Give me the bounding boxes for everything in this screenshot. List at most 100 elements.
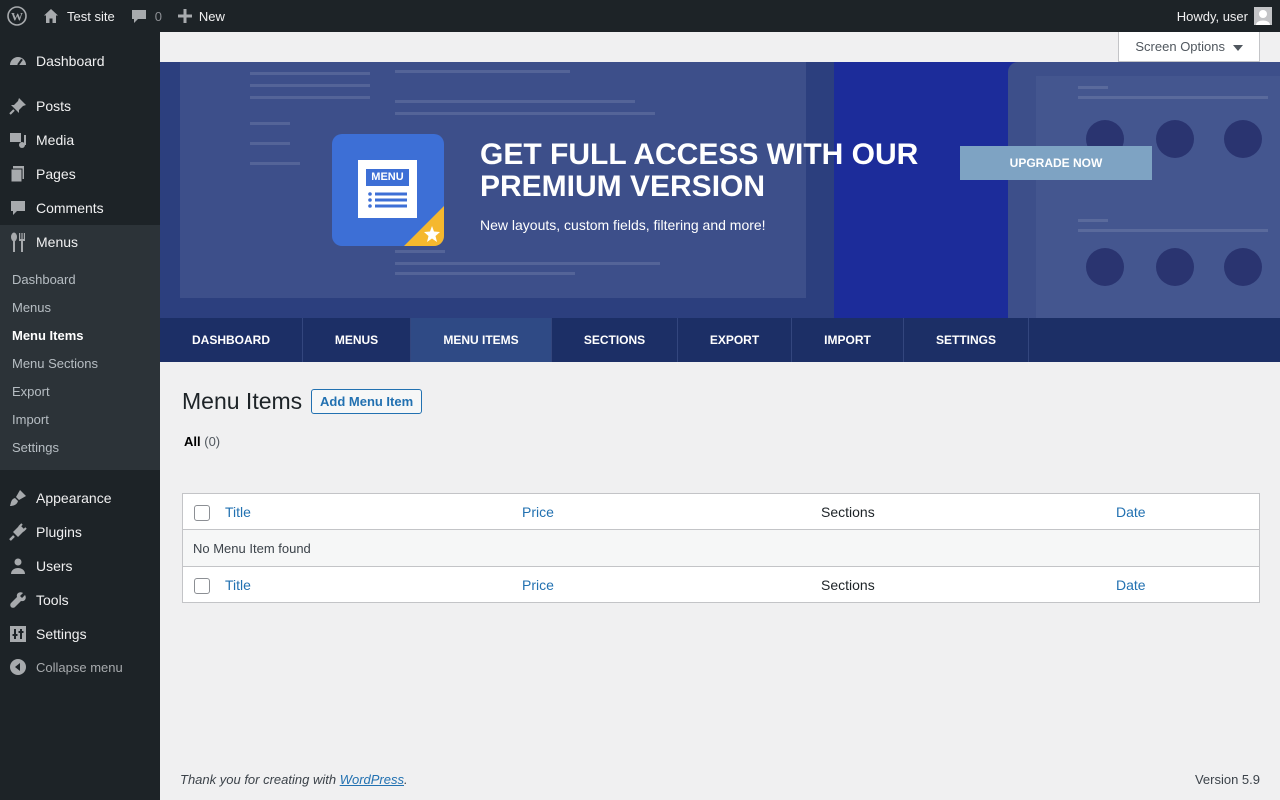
main-content: Screen Options MENU GET FULL ACCESS WITH… <box>160 32 1280 800</box>
footer-thanks-suffix: . <box>404 772 408 787</box>
tab-dashboard[interactable]: DASHBOARD <box>160 318 303 362</box>
select-all-checkbox[interactable] <box>194 505 210 521</box>
banner-title: GET FULL ACCESS WITH OUR PREMIUM VERSION <box>480 138 919 203</box>
empty-message: No Menu Item found <box>193 540 311 556</box>
footer-thanks-prefix: Thank you for creating with <box>180 772 340 787</box>
user-icon <box>0 557 36 575</box>
svg-text:W: W <box>11 10 23 24</box>
submenu-item-export[interactable]: Export <box>12 384 50 399</box>
collapse-menu-button[interactable]: Collapse menu <box>0 650 160 684</box>
banner-subtitle: New layouts, custom fields, filtering an… <box>480 217 766 233</box>
brush-icon <box>0 489 36 507</box>
select-all-checkbox-footer[interactable] <box>194 578 210 594</box>
sidebar-item-label: Comments <box>36 200 104 216</box>
column-title-footer[interactable]: Title <box>225 567 251 603</box>
sidebar-item-tools[interactable]: Tools <box>0 583 160 617</box>
footer-version: Version 5.9 <box>1194 772 1260 787</box>
new-content-link[interactable]: New <box>170 0 233 32</box>
tab-export[interactable]: EXPORT <box>678 318 792 362</box>
my-account-link[interactable]: Howdy, user <box>1177 0 1272 32</box>
caret-down-icon <box>1233 39 1243 54</box>
tab-sections[interactable]: SECTIONS <box>552 318 678 362</box>
column-date-footer[interactable]: Date <box>1116 567 1146 603</box>
submenu-item-dashboard[interactable]: Dashboard <box>12 272 76 287</box>
collapse-arrow-icon <box>0 658 36 676</box>
sidebar-item-media[interactable]: Media <box>0 123 160 157</box>
column-title-header[interactable]: Title <box>225 494 251 530</box>
sidebar-item-menus[interactable]: Menus <box>0 225 160 259</box>
submenu-item-import[interactable]: Import <box>12 412 49 427</box>
pin-icon <box>0 97 36 115</box>
sidebar-item-label: Users <box>36 558 73 574</box>
plug-icon <box>0 523 36 541</box>
submenu-item-settings[interactable]: Settings <box>12 440 59 455</box>
logo-menu-label: MENU <box>366 169 409 186</box>
sidebar-item-dashboard[interactable]: Dashboard <box>0 44 160 78</box>
tab-menus[interactable]: MENUS <box>303 318 411 362</box>
table-footer-row: Title Price Sections Date <box>183 566 1259 602</box>
sidebar-item-posts[interactable]: Posts <box>0 89 160 123</box>
howdy-label: Howdy, user <box>1176 8 1248 24</box>
fork-knife-icon <box>0 232 36 252</box>
sidebar-item-label: Menus <box>36 234 79 250</box>
tab-import[interactable]: IMPORT <box>792 318 904 362</box>
sidebar-item-appearance[interactable]: Appearance <box>0 481 160 515</box>
upgrade-now-button[interactable]: UPGRADE NOW <box>960 146 1152 180</box>
status-filter: All (0) <box>184 434 220 449</box>
wrench-icon <box>0 591 36 609</box>
site-name-label: Test site <box>67 8 115 24</box>
comment-icon <box>0 199 36 217</box>
premium-banner: MENU GET FULL ACCESS WITH OUR PREMIUM VE… <box>160 62 1280 318</box>
tab-menu-items[interactable]: MENU ITEMS <box>411 318 552 362</box>
submenu-item-menu-items[interactable]: Menu Items <box>12 328 84 343</box>
filter-all-count: (0) <box>204 434 221 449</box>
column-price-footer[interactable]: Price <box>522 567 554 603</box>
plugin-tabs: DASHBOARD MENUS MENU ITEMS SECTIONS EXPO… <box>160 318 1280 362</box>
sidebar-item-label: Pages <box>36 166 76 182</box>
footer-thanks: Thank you for creating with WordPress. <box>180 772 408 787</box>
sidebar-item-label: Media <box>36 132 75 148</box>
pages-icon <box>0 165 36 183</box>
banner-preview-right <box>1036 76 1280 318</box>
tab-settings[interactable]: SETTINGS <box>904 318 1029 362</box>
sidebar-item-plugins[interactable]: Plugins <box>0 515 160 549</box>
settings-icon <box>0 625 36 643</box>
sidebar-item-pages[interactable]: Pages <box>0 157 160 191</box>
wordpress-logo-icon[interactable]: W <box>0 0 34 32</box>
table-row: No Menu Item found <box>183 530 1259 566</box>
media-icon <box>0 131 36 149</box>
sidebar-item-label: Appearance <box>36 490 112 506</box>
column-date-header[interactable]: Date <box>1116 494 1146 530</box>
sidebar-item-label: Dashboard <box>36 53 105 69</box>
filter-all-link[interactable]: All <box>184 434 201 449</box>
sidebar-item-label: Settings <box>36 626 87 642</box>
collapse-menu-label: Collapse menu <box>36 659 123 675</box>
comments-link[interactable]: 0 <box>123 0 170 32</box>
submenu-menus: Dashboard Menus Menu Items Menu Sections… <box>0 259 160 470</box>
star-icon <box>424 226 440 242</box>
add-menu-item-button[interactable]: Add Menu Item <box>311 389 423 414</box>
sidebar-item-label: Tools <box>36 592 69 608</box>
sidebar-item-label: Posts <box>36 98 72 114</box>
new-label: New <box>198 8 225 24</box>
sidebar-item-users[interactable]: Users <box>0 549 160 583</box>
comment-icon <box>131 8 147 24</box>
admin-sidebar: Dashboard Posts Media Pages Comments Men… <box>0 32 160 800</box>
table-header-row: Title Price Sections Date <box>183 494 1259 530</box>
wordpress-link[interactable]: WordPress <box>340 772 404 787</box>
comments-count: 0 <box>154 8 162 24</box>
sidebar-item-label: Plugins <box>36 524 82 540</box>
dashboard-icon <box>0 52 36 70</box>
submenu-item-menu-sections[interactable]: Menu Sections <box>12 356 98 371</box>
site-name-link[interactable]: Test site <box>34 0 123 32</box>
page-title: Menu Items <box>182 388 303 414</box>
screen-options-button[interactable]: Screen Options <box>1118 32 1260 62</box>
menu-items-table: Title Price Sections Date No Menu Item f… <box>182 493 1260 603</box>
sidebar-item-comments[interactable]: Comments <box>0 191 160 225</box>
avatar <box>1254 7 1272 25</box>
sidebar-item-settings[interactable]: Settings <box>0 617 160 651</box>
column-price-header[interactable]: Price <box>522 494 554 530</box>
home-icon <box>42 7 60 25</box>
column-sections-header: Sections <box>821 504 875 520</box>
submenu-item-menus[interactable]: Menus <box>12 300 51 315</box>
